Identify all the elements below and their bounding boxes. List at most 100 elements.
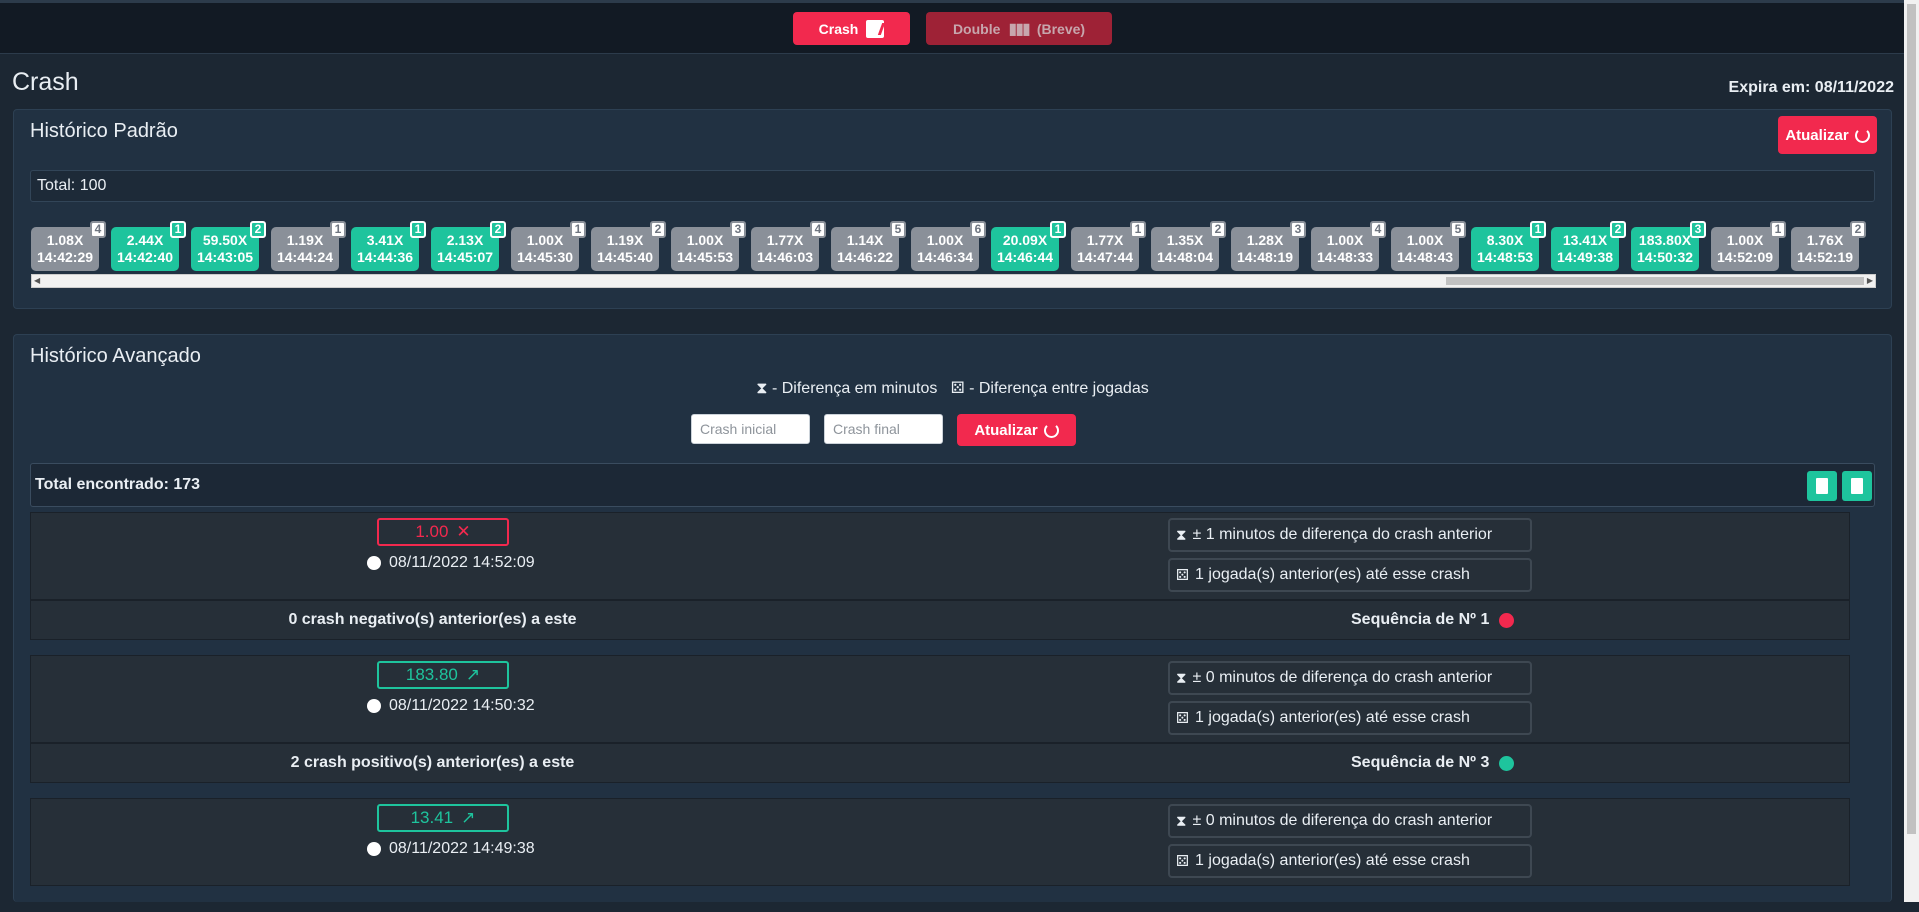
refresh-icon [1043,422,1059,438]
chip-sequence-badge: 1 [1130,221,1146,238]
chip-time: 14:45:30 [516,249,574,265]
chip-time: 14:48:19 [1236,249,1294,265]
status-dot [1499,755,1515,771]
crash-chip: 183.80X 14:50:32 3 [1631,221,1706,271]
scroll-right-icon[interactable]: ▶ [1867,276,1873,285]
crash-tab-label: Crash [818,20,859,37]
crash-chip: 1.76X 14:52:19 2 [1791,221,1866,271]
chips-horizontal-scrollbar[interactable]: ◀ ▶ [31,274,1876,288]
sequence-text: Sequência de Nº 3 [1351,754,1490,771]
chip-time: 14:46:03 [756,249,814,265]
record-main: 13.41 ↗ 08/11/2022 14:49:38 ⧗ ± 0 minuto… [30,798,1850,886]
chip-value: 59.50X [202,232,248,248]
chip-time: 14:44:36 [356,249,414,265]
plays-diff: ⚄ 1 jogada(s) anterior(es) até esse cras… [1168,844,1532,878]
chip-time: 14:48:53 [1476,249,1534,265]
plays-diff-text: 1 jogada(s) anterior(es) até esse crash [1195,566,1470,583]
excel-file-icon [1816,478,1828,494]
dice-icon: ⚄ [1176,853,1190,870]
chip-sequence-badge: 1 [170,221,186,238]
chip-time: 14:49:38 [1556,249,1614,265]
chip-time: 14:44:24 [276,249,334,265]
sequence: Sequência de Nº 1 [1351,611,1515,629]
crash-chip: 1.00X 14:45:30 1 [511,221,586,271]
chip-value: 1.00X [526,232,564,248]
chip-value: 1.00X [1726,232,1764,248]
sequence-text: Sequência de Nº 1 [1351,611,1490,628]
crash-chip: 1.19X 14:45:40 2 [591,221,666,271]
standard-refresh-label: Atualizar [1785,126,1849,144]
double-tab-button[interactable]: Double ▮▮▮ (Breve) [926,12,1112,45]
crash-value-box: 183.80 ↗ [377,661,509,689]
crash-datetime: 08/11/2022 14:50:32 [367,697,535,715]
legend: ⧗ - Diferença em minutos ⚄ - Diferença e… [14,378,1891,398]
standard-total: Total: 100 [30,170,1875,202]
chip-sequence-badge: 3 [1290,221,1306,238]
chip-sequence-badge: 3 [730,221,746,238]
chip-time: 14:47:44 [1076,249,1134,265]
chip-sequence-badge: 2 [490,221,506,238]
crash-chip: 1.00X 14:48:33 4 [1311,221,1386,271]
crash-value-box: 1.00 ✕ [377,518,509,546]
crash-chip: 1.00X 14:52:09 1 [1711,221,1786,271]
crash-tab-button[interactable]: Crash [793,12,910,45]
crash-initial-input[interactable]: Crash inicial [691,414,810,444]
scrollbar-thumb[interactable] [1446,277,1864,285]
hourglass-icon: ⧗ [1176,669,1187,687]
total-found: Total encontrado: 173 [35,476,201,493]
chip-value: 8.30X [1486,232,1524,248]
rocket-icon [866,19,885,38]
minutes-diff-text: ± 0 minutos de diferença do crash anteri… [1192,669,1493,686]
crash-chip: 59.50X 14:43:05 2 [191,221,266,271]
plays-diff: ⚄ 1 jogada(s) anterior(es) até esse cras… [1168,558,1532,592]
minutes-diff: ⧗ ± 1 minutos de diferença do crash ante… [1168,518,1532,552]
chip-sequence-badge: 4 [810,221,826,238]
chip-sequence-badge: 2 [650,221,666,238]
export-excel-button[interactable] [1807,471,1837,501]
dice-icon: ⚄ [1176,567,1190,584]
chip-value: 2.13X [446,232,484,248]
crash-chip: 8.30X 14:48:53 1 [1471,221,1546,271]
clock-icon [367,699,381,713]
crash-chip: 1.00X 14:48:43 5 [1391,221,1466,271]
advanced-history-title: Histórico Avançado [30,345,201,367]
crash-chip: 1.77X 14:47:44 1 [1071,221,1146,271]
total-found-bar: Total encontrado: 173 [30,463,1875,507]
chip-time: 14:52:09 [1716,249,1774,265]
crash-datetime-text: 08/11/2022 14:52:09 [389,554,535,571]
trending-up-icon: ↗ [461,808,476,827]
chip-value: 1.35X [1166,232,1204,248]
advanced-refresh-button[interactable]: Atualizar [957,414,1076,446]
chip-value: 1.00X [1326,232,1364,248]
chip-value: 1.14X [846,232,884,248]
chip-value: 1.28X [1246,232,1284,248]
scroll-left-icon[interactable]: ◀ [34,276,40,285]
chip-time: 14:43:05 [196,249,254,265]
chip-sequence-badge: 2 [250,221,266,238]
crash-datetime-text: 08/11/2022 14:49:38 [389,840,535,857]
chip-value: 3.41X [366,232,404,248]
equalizer-icon: ▮▮▮ [1008,20,1030,38]
crash-final-input[interactable]: Crash final [824,414,943,444]
page-vertical-scrollbar[interactable] [1904,0,1919,902]
chip-sequence-badge: 2 [1210,221,1226,238]
crash-chip: 20.09X 14:46:44 1 [991,221,1066,271]
double-tab-note: (Breve) [1036,20,1086,37]
scrollbar-thumb[interactable] [1907,4,1916,834]
chip-value: 1.08X [46,232,84,248]
export-csv-button[interactable] [1842,471,1872,501]
refresh-icon [1854,127,1870,143]
chip-time: 14:46:44 [996,249,1054,265]
standard-refresh-button[interactable]: Atualizar [1778,116,1877,154]
record-main: 1.00 ✕ 08/11/2022 14:52:09 ⧗ ± 1 minutos… [30,512,1850,600]
plays-diff-text: 1 jogada(s) anterior(es) até esse crash [1195,709,1470,726]
hourglass-icon: ⧗ [1176,526,1187,544]
records-list: 1.00 ✕ 08/11/2022 14:52:09 ⧗ ± 1 minutos… [30,512,1875,912]
chip-time: 14:45:40 [596,249,654,265]
crash-chip: 1.77X 14:46:03 4 [751,221,826,271]
legend-minutes: - Diferença em minutos [771,380,938,397]
chip-sequence-badge: 1 [570,221,586,238]
chip-time: 14:48:33 [1316,249,1374,265]
hourglass-icon: ⧗ [756,380,768,397]
chip-time: 14:52:19 [1796,249,1854,265]
